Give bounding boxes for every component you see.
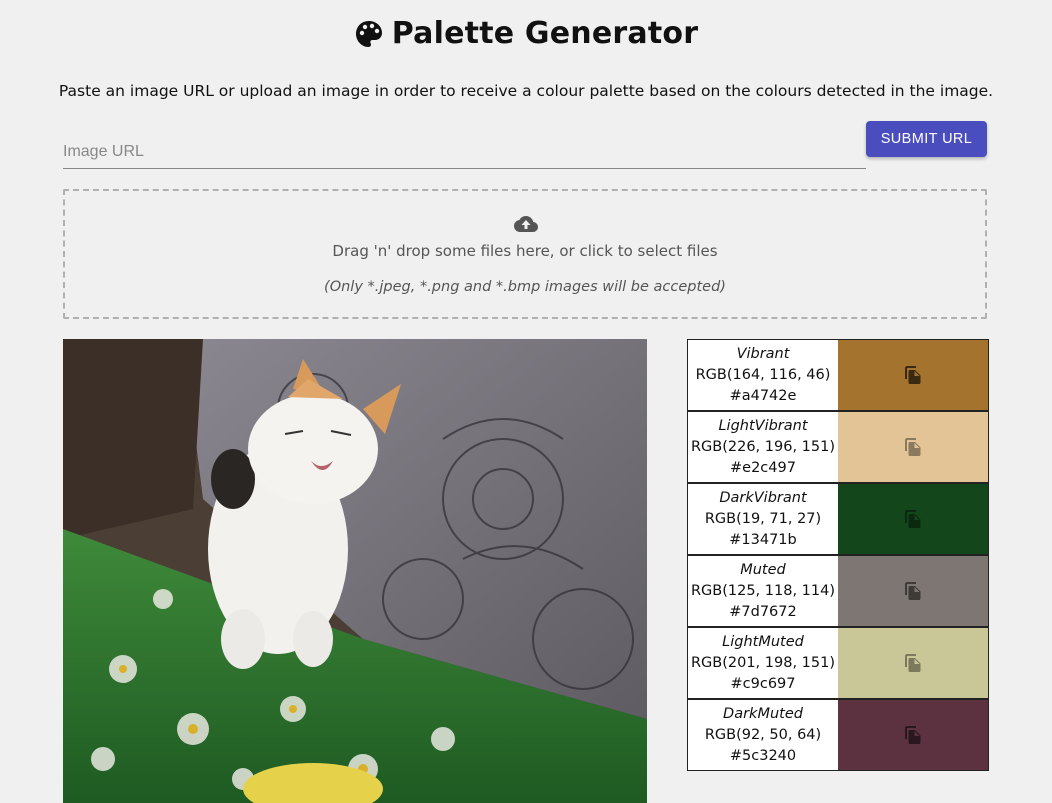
copy-swatch-button[interactable] [838, 340, 988, 410]
file-dropzone[interactable]: Drag 'n' drop some files here, or click … [63, 189, 987, 319]
swatch-rgb: RGB(226, 196, 151) [690, 439, 836, 455]
swatch-hex: #e2c497 [730, 460, 796, 476]
palette-swatch: DarkVibrant RGB(19, 71, 27) #13471b [688, 484, 988, 556]
copy-swatch-button[interactable] [838, 556, 988, 626]
uploaded-image [63, 339, 647, 803]
cat-photo [63, 339, 647, 803]
page-header: Palette Generator [0, 16, 1052, 51]
copy-swatch-button[interactable] [838, 484, 988, 554]
swatch-rgb: RGB(201, 198, 151) [690, 655, 836, 671]
swatch-rgb: RGB(92, 50, 64) [704, 727, 822, 743]
dropzone-note: (Only *.jpeg, *.png and *.bmp images wil… [324, 279, 726, 295]
swatch-info: LightMuted RGB(201, 198, 151) #c9c697 [688, 628, 838, 698]
swatch-name: Muted [740, 562, 786, 578]
copy-swatch-button[interactable] [838, 700, 988, 770]
page-title: Palette Generator [354, 16, 698, 51]
swatch-hex: #c9c697 [730, 676, 796, 692]
palette-swatch: DarkMuted RGB(92, 50, 64) #5c3240 [688, 700, 988, 770]
swatch-name: LightVibrant [718, 418, 808, 434]
url-form: SUBMIT URL [63, 121, 987, 169]
copy-swatch-button[interactable] [838, 628, 988, 698]
submit-url-button[interactable]: SUBMIT URL [866, 121, 987, 157]
cloud-upload-icon [514, 216, 538, 232]
swatch-info: LightVibrant RGB(226, 196, 151) #e2c497 [688, 412, 838, 482]
swatch-hex: #a4742e [729, 388, 797, 404]
swatch-rgb: RGB(164, 116, 46) [695, 367, 831, 383]
swatch-rgb: RGB(125, 118, 114) [690, 583, 836, 599]
swatch-info: DarkVibrant RGB(19, 71, 27) #13471b [688, 484, 838, 554]
image-url-input[interactable] [63, 135, 866, 169]
copy-icon [905, 726, 921, 744]
swatch-hex: #5c3240 [729, 748, 797, 764]
copy-icon [905, 654, 921, 672]
swatch-name: DarkVibrant [719, 490, 807, 506]
palette-list: Vibrant RGB(164, 116, 46) #a4742e LightV… [687, 339, 989, 771]
palette-swatch: Vibrant RGB(164, 116, 46) #a4742e [688, 340, 988, 412]
swatch-name: DarkMuted [723, 706, 803, 722]
palette-swatch: LightVibrant RGB(226, 196, 151) #e2c497 [688, 412, 988, 484]
swatch-info: Vibrant RGB(164, 116, 46) #a4742e [688, 340, 838, 410]
palette-swatch: LightMuted RGB(201, 198, 151) #c9c697 [688, 628, 988, 700]
copy-swatch-button[interactable] [838, 412, 988, 482]
swatch-info: Muted RGB(125, 118, 114) #7d7672 [688, 556, 838, 626]
swatch-rgb: RGB(19, 71, 27) [704, 511, 822, 527]
swatch-name: LightMuted [722, 634, 804, 650]
copy-icon [905, 582, 921, 600]
copy-icon [905, 438, 921, 456]
copy-icon [905, 366, 921, 384]
page-title-text: Palette Generator [391, 16, 699, 51]
dropzone-text: Drag 'n' drop some files here, or click … [332, 242, 718, 260]
palette-icon [355, 20, 382, 47]
page-subtitle: Paste an image URL or upload an image in… [58, 82, 994, 100]
swatch-hex: #7d7672 [729, 604, 797, 620]
swatch-hex: #13471b [729, 532, 797, 548]
palette-swatch: Muted RGB(125, 118, 114) #7d7672 [688, 556, 988, 628]
swatch-name: Vibrant [736, 346, 790, 362]
swatch-info: DarkMuted RGB(92, 50, 64) #5c3240 [688, 700, 838, 770]
copy-icon [905, 510, 921, 528]
